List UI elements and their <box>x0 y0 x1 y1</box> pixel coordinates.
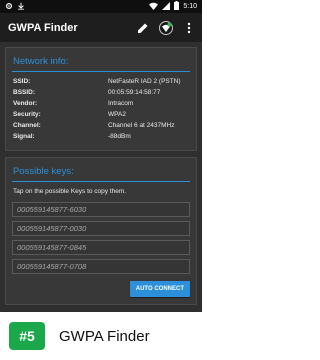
listing-title[interactable]: GWPA Finder <box>59 328 150 345</box>
listing-footer: #5 GWPA Finder <box>0 312 202 360</box>
info-row-channel: Channel: Channel 6 at 2437MHz <box>13 120 189 131</box>
info-label: Vendor: <box>13 100 38 107</box>
app-title: GWPA Finder <box>8 21 78 34</box>
gear-icon <box>5 2 13 12</box>
info-value: WPA2 <box>108 111 126 118</box>
info-label: Signal: <box>13 133 35 140</box>
key-field[interactable]: 000559145877-6030 <box>12 202 190 217</box>
network-info-card: Network info: SSID: NetFasteR IAD 2 (PST… <box>5 47 197 151</box>
signal-icon <box>162 1 171 12</box>
wifi-icon <box>149 2 159 12</box>
overflow-menu-icon[interactable] <box>182 21 196 35</box>
auto-connect-button[interactable]: AUTO CONNECT <box>129 281 190 297</box>
info-value: Intracom <box>108 100 134 107</box>
info-label: Security: <box>13 111 41 118</box>
edit-icon[interactable] <box>136 21 150 35</box>
possible-keys-card: Possible keys: Tap on the possible Keys … <box>5 157 197 305</box>
possible-keys-title: Possible keys: <box>13 166 74 177</box>
key-field[interactable]: 000559145877-0708 <box>12 259 190 274</box>
info-value: 00:05:59:14:58:77 <box>108 89 161 96</box>
info-label: SSID: <box>13 78 31 85</box>
info-label: Channel: <box>13 122 41 129</box>
app-screen: 5:10 GWPA Finder Network info: SSID: Net… <box>0 0 202 312</box>
battery-icon <box>174 1 180 12</box>
info-label: BSSID: <box>13 89 36 96</box>
info-value: NetFasteR IAD 2 (PSTN) <box>108 78 181 85</box>
key-field[interactable]: 000559145877-0845 <box>12 240 190 255</box>
info-row-vendor: Vendor: Intracom <box>13 98 189 109</box>
download-icon <box>17 2 25 12</box>
status-time: 5:10 <box>183 3 197 10</box>
wifi-scan-icon[interactable] <box>159 20 173 35</box>
info-value: Channel 6 at 2437MHz <box>108 122 175 129</box>
app-bar: GWPA Finder <box>0 13 202 42</box>
info-row-ssid: SSID: NetFasteR IAD 2 (PSTN) <box>13 76 189 87</box>
info-value: -88dBm <box>108 133 131 140</box>
network-info-title: Network info: <box>13 56 69 67</box>
info-row-security: Security: WPA2 <box>13 109 189 120</box>
network-info-rows: SSID: NetFasteR IAD 2 (PSTN) BSSID: 00:0… <box>6 72 196 142</box>
key-field[interactable]: 000559145877-0030 <box>12 221 190 236</box>
status-bar: 5:10 <box>0 0 202 13</box>
rank-badge: #5 <box>9 322 45 350</box>
info-row-signal: Signal: -88dBm <box>13 131 189 142</box>
info-row-bssid: BSSID: 00:05:59:14:58:77 <box>13 87 189 98</box>
keys-hint: Tap on the possible Keys to copy them. <box>13 188 127 195</box>
